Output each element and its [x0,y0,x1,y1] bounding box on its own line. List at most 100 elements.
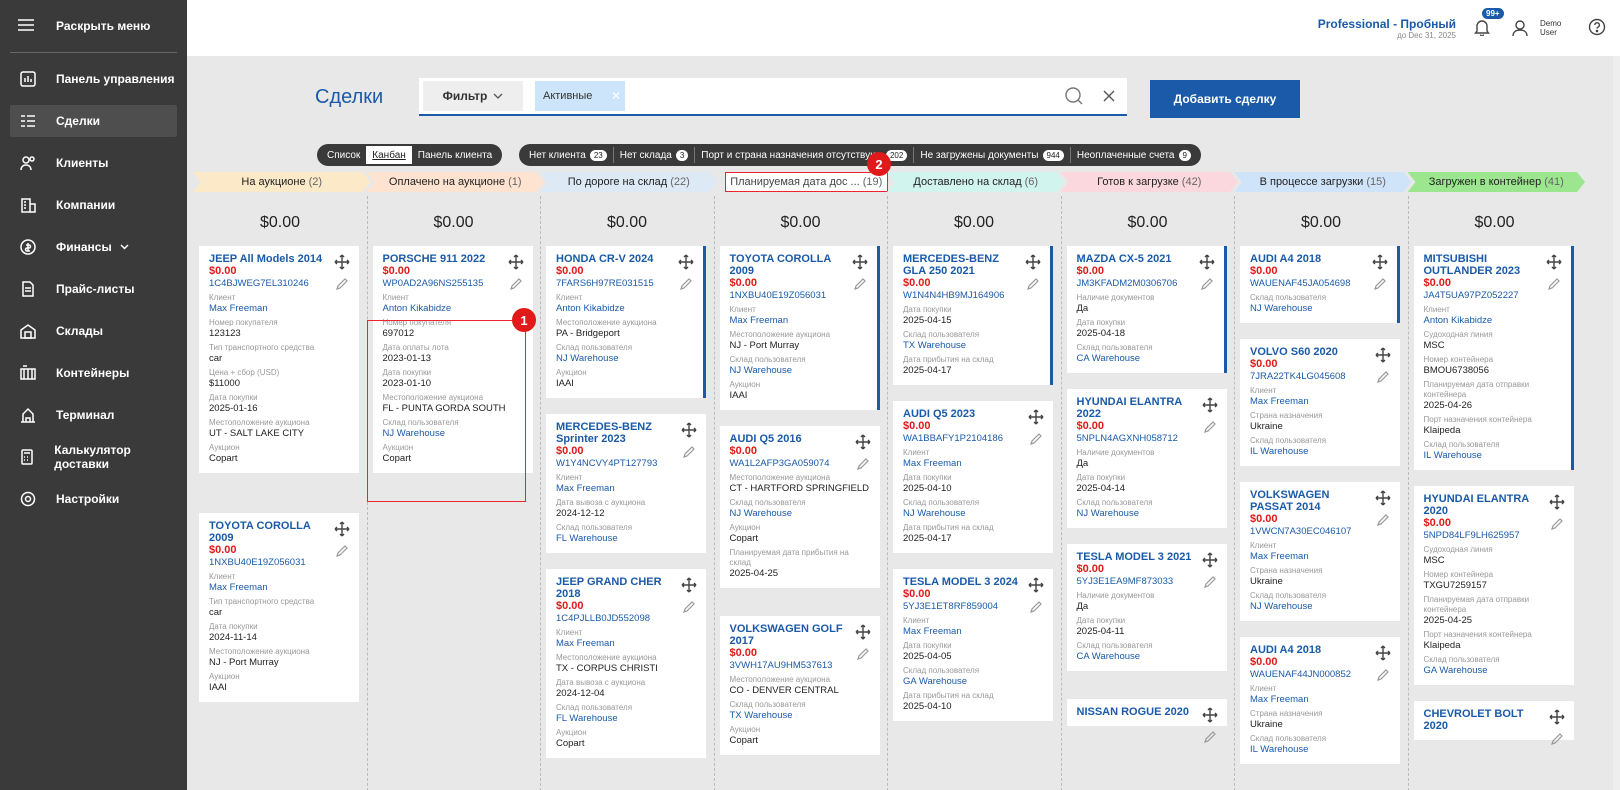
stage-header[interactable]: В процессе загрузки (15) [1234,172,1412,192]
field-value[interactable]: TX Warehouse [730,710,872,722]
deal-vin[interactable]: 5NPLN4AGXNH058712 [1077,432,1219,445]
deal-card[interactable]: TOYOTA COROLLA 2009 $0.00 1NXBU40E19Z05603… [199,513,359,702]
deal-vin[interactable]: 3VWH17AU9HM537613 [730,659,872,672]
deal-card[interactable]: AUDI Q5 2023 $0.00 WA1BBAFY1P2104186 Клиент… [893,401,1053,553]
help-button[interactable] [1588,18,1606,39]
deal-title[interactable]: TESLA MODEL 3 2024 [903,576,1018,588]
stage-header[interactable]: На аукционе (2) [193,172,371,192]
clear-search-icon[interactable] [1103,90,1115,102]
deal-vin[interactable]: WA1BBAFY1P2104186 [903,432,1045,445]
deal-title[interactable]: NISSAN ROGUE 2020 [1077,706,1192,718]
deal-card[interactable]: VOLKSWAGEN GOLF 2017 $0.00 3VWH17AU9HM5376… [719,616,880,755]
field-value[interactable]: NJ Warehouse [903,508,1045,520]
deal-title[interactable]: VOLKSWAGEN GOLF 2017 [730,623,845,647]
edit-pencil-icon[interactable] [679,277,693,294]
deal-vin[interactable]: 1NXBU40E19Z056031 [730,289,869,302]
field-value[interactable]: Max Freeman [209,303,351,315]
drag-move-icon[interactable] [1028,409,1044,428]
edit-pencil-icon[interactable] [853,277,867,294]
field-value[interactable]: Anton Kikabidze [1424,315,1563,327]
deal-title[interactable]: HYUNDAI ELANTRA 2020 [1424,493,1539,517]
edit-pencil-icon[interactable] [682,445,696,462]
drag-move-icon[interactable] [1375,347,1391,366]
quick-filter[interactable]: Нет клиента 23 [523,147,614,163]
sidebar-item-pricelist[interactable]: Прайс-листы [10,273,177,305]
field-value[interactable]: CA Warehouse [1077,651,1219,663]
edit-pencil-icon[interactable] [1376,513,1390,530]
deal-card[interactable]: TESLA MODEL 3 2021 $0.00 5YJ3E1EA9MF873033… [1066,544,1227,671]
view-kanban[interactable]: Канбан [366,146,412,164]
view-list[interactable]: Список [321,146,366,164]
notifications-button[interactable]: 99+ [1474,7,1504,39]
active-filter-chip[interactable]: Активные ✕ [535,81,625,111]
deal-title[interactable]: TOYOTA COROLLA 2009 [209,520,324,544]
drag-move-icon[interactable] [852,254,868,273]
field-value[interactable]: Anton Kikabidze [556,303,695,315]
sidebar-item-settings[interactable]: Настройки [10,483,177,515]
quick-filter[interactable]: Нет склада 3 [614,147,696,163]
drag-move-icon[interactable] [1199,254,1215,273]
field-value[interactable]: TX Warehouse [903,340,1042,352]
deal-title[interactable]: MERCEDES-BENZ Sprinter 2023 [556,421,671,445]
field-value[interactable]: IL Warehouse [1424,450,1563,462]
edit-pencil-icon[interactable] [1026,277,1040,294]
deal-vin[interactable]: 5YJ3E1EA9MF873033 [1077,575,1219,588]
field-value[interactable]: Max Freeman [1250,396,1392,408]
field-value[interactable]: Max Freeman [556,638,698,650]
drag-move-icon[interactable] [1372,254,1388,273]
edit-pencil-icon[interactable] [509,277,523,294]
deal-card[interactable]: TESLA MODEL 3 2024 $0.00 5YJ3E1ET8RF859004… [893,569,1053,721]
deal-card[interactable]: TOYOTA COROLLA 2009 $0.00 1NXBU40E19Z05603… [719,246,880,410]
menu-toggle[interactable]: Раскрыть меню [0,0,187,52]
deal-vin[interactable]: WAUENAF44JN000852 [1250,668,1392,681]
stage-header[interactable]: Оплачено на аукционе (1) [367,172,545,192]
drag-move-icon[interactable] [1375,645,1391,664]
filter-button[interactable]: Фильтр [423,81,523,111]
sidebar-item-dashboard[interactable]: Панель управления [10,63,177,95]
chip-remove-icon[interactable]: ✕ [611,89,621,103]
field-value[interactable]: Max Freeman [209,582,351,594]
stage-header[interactable]: Загружен в контейнер (41) [1408,172,1586,192]
deal-card[interactable]: MITSUBISHI OUTLANDER 2023 $0.00 JA4T5UA97P… [1413,246,1574,470]
edit-pencil-icon[interactable] [1203,730,1217,747]
deal-vin[interactable]: 1VWCN7A30EC046107 [1250,525,1392,538]
deal-title[interactable]: AUDI Q5 2023 [903,408,1018,420]
deal-card[interactable]: MERCEDES-BENZ GLA 250 2021 $0.00 W1N4N4HB9… [893,246,1053,385]
field-value[interactable]: Max Freeman [1250,551,1392,563]
drag-move-icon[interactable] [1025,254,1041,273]
deal-vin[interactable]: WP0AD2A96NS255135 [383,277,525,290]
deal-vin[interactable]: W1N4N4HB9MJ164906 [903,289,1042,302]
deal-card[interactable]: HYUNDAI ELANTRA 2020 $0.00 5NPD84LF9LH6259… [1413,486,1574,685]
deal-card[interactable]: AUDI A4 2018 $0.00 WAUENAF44JN000852 Клиент… [1240,637,1400,764]
deal-title[interactable]: PORSCHE 911 2022 [383,253,498,265]
edit-pencil-icon[interactable] [1373,277,1387,294]
deal-title[interactable]: JEEP All Models 2014 [209,253,324,265]
deal-vin[interactable]: 1NXBU40E19Z056031 [209,556,351,569]
drag-move-icon[interactable] [334,521,350,540]
field-value[interactable]: FL Warehouse [556,713,698,725]
drag-move-icon[interactable] [1549,709,1565,728]
deal-card[interactable]: NISSAN ROGUE 2020 [1066,699,1227,743]
stage-header[interactable]: По дороге на склад (22) [540,172,718,192]
field-value[interactable]: NJ Warehouse [730,365,869,377]
deal-card[interactable]: VOLVO S60 2020 $0.00 7JRA22TK4LG045608 Клие… [1240,339,1400,466]
edit-pencil-icon[interactable] [1550,732,1564,749]
sidebar-item-calculator[interactable]: Калькулятор доставки [10,441,177,473]
deal-title[interactable]: MAZDA CX-5 2021 [1077,253,1192,265]
sidebar-item-terminal[interactable]: Терминал [10,399,177,431]
edit-pencil-icon[interactable] [1550,517,1564,534]
deal-vin[interactable]: 5NPD84LF9LH625957 [1424,529,1566,542]
drag-move-icon[interactable] [1546,254,1562,273]
drag-move-icon[interactable] [334,254,350,273]
field-value[interactable]: GA Warehouse [903,676,1045,688]
drag-move-icon[interactable] [678,254,694,273]
stage-header[interactable]: Готов к загрузке (42) [1061,172,1239,192]
field-value[interactable]: IL Warehouse [1250,446,1392,458]
edit-pencil-icon[interactable] [682,600,696,617]
field-value[interactable]: NJ Warehouse [1077,508,1219,520]
deal-vin[interactable]: 1C4BJWEG7EL310246 [209,277,351,290]
page-scrollbar[interactable] [1613,56,1620,790]
field-value[interactable]: Max Freeman [903,626,1045,638]
field-value[interactable]: NJ Warehouse [730,508,872,520]
deal-title[interactable]: HYUNDAI ELANTRA 2022 [1077,396,1192,420]
